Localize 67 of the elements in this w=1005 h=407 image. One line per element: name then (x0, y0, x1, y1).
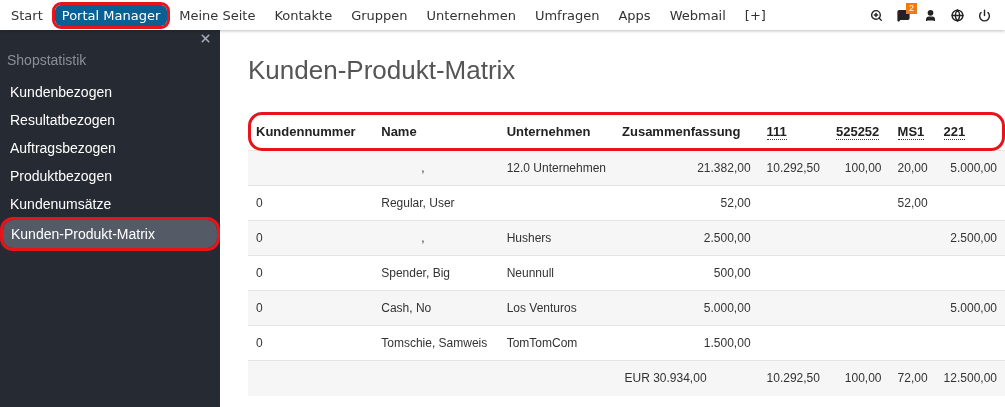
nav-link[interactable]: [+] (737, 4, 773, 26)
table-cell: 1.500,00 (703, 336, 751, 350)
table-cell: 21.382,00 (697, 161, 751, 175)
close-icon[interactable] (199, 32, 212, 45)
table-cell: 0 (256, 336, 263, 350)
table-cell: 5.000,00 (950, 301, 997, 315)
sidebar-item[interactable]: Kunden-Produkt-Matrix (3, 220, 217, 248)
power-icon[interactable] (978, 8, 991, 22)
nav-link[interactable]: Meine Seite (172, 4, 263, 26)
column-header: Kundennummer (248, 112, 374, 151)
column-header[interactable]: 111 (758, 112, 828, 151)
table-cell: Neunnull (506, 266, 554, 280)
sidebar-item[interactable]: Auftragsbezogen (2, 134, 218, 162)
nav-link[interactable]: Apps (611, 4, 658, 26)
table-cell: 0 (256, 266, 263, 280)
table-cell: 2.500,00 (703, 231, 751, 245)
table-cell: 5.000,00 (950, 161, 997, 175)
search-icon[interactable] (870, 8, 883, 22)
notification-badge: 2 (906, 2, 917, 14)
sidebar-item[interactable]: Produktbezogen (2, 162, 218, 190)
table-cell: TomTomCom (506, 336, 578, 350)
nav-link[interactable]: Webmail (662, 4, 733, 26)
column-header: Zusammenfassung (614, 112, 759, 151)
total-cell: EUR 30.934,00 (624, 371, 707, 386)
table-cell: Los Venturos (506, 301, 577, 315)
total-cell: 100,00 (844, 371, 882, 386)
table-cell-text: , (420, 231, 425, 245)
user-icon[interactable] (924, 8, 937, 22)
table-cell: Regular, User (381, 196, 455, 210)
table-cell: 0 (256, 231, 263, 245)
table-cell: 100,00 (844, 161, 882, 175)
column-header: Unternehmen (498, 112, 615, 151)
nav-link[interactable]: Portal Manager (54, 4, 168, 26)
sidebar-item[interactable]: Kundenumsätze (2, 190, 218, 218)
column-header[interactable]: 525252 (827, 112, 890, 151)
globe-icon[interactable] (951, 8, 964, 22)
table-cell: 0 (256, 196, 263, 210)
column-header[interactable]: MS1 (889, 112, 936, 151)
table-cell: Tomschie, Samweis (381, 336, 488, 350)
nav-link[interactable]: Kontakte (267, 4, 340, 26)
table-cell: Hushers (506, 231, 552, 245)
nav-link[interactable]: Umfragen (527, 4, 607, 26)
table-cell: 2.500,00 (950, 231, 997, 245)
nav-link[interactable]: Start (4, 4, 50, 26)
sidebar-item[interactable]: Kundenbezogen (2, 78, 218, 106)
nav-link[interactable]: Unternehmen (419, 4, 523, 26)
table-cell: 10.292,50 (766, 161, 820, 175)
table-cell: 52,00 (897, 196, 928, 210)
sidebar-heading: Shopstatistik (6, 51, 88, 70)
total-cell: 12.500,00 (943, 371, 997, 386)
column-header[interactable]: 221 (935, 112, 1005, 151)
table-cell: Spender, Big (381, 266, 450, 280)
total-cell: 72,00 (897, 371, 928, 386)
page-title: Kunden-Produkt-Matrix (248, 55, 517, 86)
table-cell: 5.000,00 (703, 301, 751, 315)
nav-link[interactable]: Gruppen (344, 4, 415, 26)
chat-icon[interactable] (897, 8, 910, 22)
table-cell: 20,00 (897, 161, 928, 175)
sidebar-item[interactable]: Resultatbezogen (2, 106, 218, 134)
total-cell: 10.292,50 (766, 371, 820, 386)
table-cell: 12.0 Unternehmen (506, 161, 607, 175)
table-cell-text: , (420, 161, 425, 175)
table-cell: 500,00 (713, 266, 751, 280)
column-header: Name (373, 112, 499, 151)
table-cell: 52,00 (720, 196, 751, 210)
table-cell: Cash, No (381, 301, 432, 315)
table-cell: 0 (256, 301, 263, 315)
